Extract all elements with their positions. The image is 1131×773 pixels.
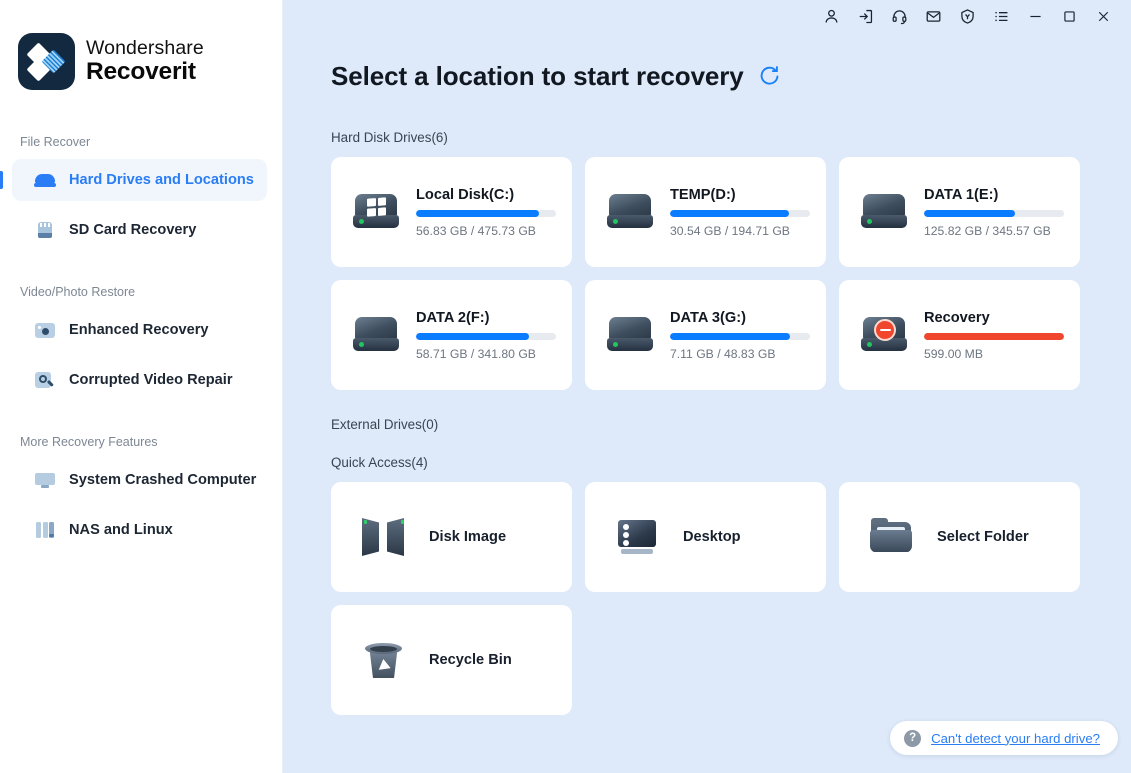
sidebar-item-label: System Crashed Computer [69,472,257,488]
quick-access-card-desktop[interactable]: Desktop [585,482,826,592]
wondershare-logo-icon [18,33,75,90]
sidebar-item-system-crashed-computer[interactable]: System Crashed Computer [12,459,267,501]
sidebar-group-title-video-photo-restore: Video/Photo Restore [20,285,136,299]
refresh-icon[interactable] [758,64,781,92]
folder-icon [869,516,915,558]
quick-access-grid: Disk Image Desktop Select Folder Recycle… [283,482,1131,715]
nas-server-icon [34,519,56,541]
drive-usage-bar [670,209,810,217]
locked-drive-icon [861,315,907,355]
drive-usage-bar [924,332,1064,340]
drive-name: DATA 2(F:) [416,309,490,326]
drive-size: 125.82 GB / 345.57 GB [924,223,1051,238]
quick-access-label: Select Folder [937,529,1029,545]
app-logo: Wondershare Recoverit [0,0,282,90]
sidebar-item-enhanced-recovery[interactable]: Enhanced Recovery [12,309,267,351]
drive-size: 599.00 MB [924,346,983,361]
drive-name: TEMP(D:) [670,186,736,203]
drive-usage-bar [670,332,810,340]
sidebar: Wondershare Recoverit File Recover Hard … [0,0,283,773]
drive-name: Recovery [924,309,990,326]
camera-icon [34,319,56,341]
monitor-icon [34,469,56,491]
page-header: Select a location to start recovery [283,61,1131,92]
drive-card-data-3-g[interactable]: DATA 3(G:) 7.11 GB / 48.83 GB [585,280,826,390]
drive-name: DATA 1(E:) [924,186,999,203]
account-icon[interactable] [814,2,848,32]
hard-drive-icon [353,315,399,355]
question-mark-icon: ? [904,729,922,747]
help-link-text: Can't detect your hard drive? [931,730,1100,746]
main-content: Select a location to start recovery Hard… [283,0,1131,773]
drive-card-local-disk-c[interactable]: Local Disk(C:) 56.83 GB / 475.73 GB [331,157,572,267]
quick-access-card-recycle-bin[interactable]: Recycle Bin [331,605,572,715]
recycle-bin-icon [361,639,407,681]
drive-name: Local Disk(C:) [416,186,515,203]
sidebar-item-sd-card-recovery[interactable]: SD Card Recovery [12,209,267,251]
shield-badge-icon[interactable] [950,2,984,32]
drive-card-data-1-e[interactable]: DATA 1(E:) 125.82 GB / 345.57 GB [839,157,1080,267]
sidebar-item-label: Corrupted Video Repair [69,372,233,388]
recoverit-window: Wondershare Recoverit File Recover Hard … [0,0,1131,773]
drive-usage-bar [416,209,556,217]
mail-icon[interactable] [916,2,950,32]
sidebar-item-label: Enhanced Recovery [69,322,209,338]
sidebar-item-label: Hard Drives and Locations [69,172,254,188]
hard-disk-drives-grid: Local Disk(C:) 56.83 GB / 475.73 GB TEMP… [283,157,1131,390]
drive-size: 56.83 GB / 475.73 GB [416,223,536,238]
maximize-icon[interactable] [1052,2,1086,32]
quick-access-card-disk-image[interactable]: Disk Image [331,482,572,592]
window-titlebar [283,0,1131,33]
brand-line-2: Recoverit [86,57,196,85]
page-title: Select a location to start recovery [331,61,744,91]
quick-access-card-select-folder[interactable]: Select Folder [839,482,1080,592]
quick-access-label: Desktop [683,529,741,545]
sidebar-item-label: SD Card Recovery [69,222,197,238]
drive-usage-bar [416,332,556,340]
sign-in-icon[interactable] [848,2,882,32]
hard-drive-icon [607,192,653,232]
minimize-icon[interactable] [1018,2,1052,32]
drive-size: 30.54 GB / 194.71 GB [670,223,790,238]
sidebar-item-nas-and-linux[interactable]: NAS and Linux [12,509,267,551]
drive-usage-bar [924,209,1064,217]
hard-drive-icon [607,315,653,355]
section-label-hard-disk-drives: Hard Disk Drives(6) [331,130,448,145]
drive-card-temp-d[interactable]: TEMP(D:) 30.54 GB / 194.71 GB [585,157,826,267]
sidebar-group-title-file-recover: File Recover [20,135,91,149]
section-label-external-drives: External Drives(0) [331,417,439,432]
disk-image-icon [361,516,407,558]
sidebar-group-title-more-recovery-features: More Recovery Features [20,435,158,449]
windows-drive-icon [353,192,399,232]
brand-line-1: Wondershare [86,37,204,60]
quick-access-label: Disk Image [429,529,507,545]
drive-card-data-2-f[interactable]: DATA 2(F:) 58.71 GB / 341.80 GB [331,280,572,390]
menu-list-icon[interactable] [984,2,1018,32]
sidebar-item-corrupted-video-repair[interactable]: Corrupted Video Repair [12,359,267,401]
sidebar-item-hard-drives-and-locations[interactable]: Hard Drives and Locations [0,159,267,201]
hard-drive-icon [34,169,56,191]
drive-size: 7.11 GB / 48.83 GB [670,346,776,361]
drive-card-recovery[interactable]: Recovery 599.00 MB [839,280,1080,390]
cant-detect-hard-drive-link[interactable]: ? Can't detect your hard drive? [890,721,1118,755]
close-icon[interactable] [1086,2,1120,32]
drive-name: DATA 3(G:) [670,309,746,326]
quick-access-label: Recycle Bin [429,652,512,668]
hard-drive-icon [861,192,907,232]
sidebar-item-label: NAS and Linux [69,522,173,538]
headset-support-icon[interactable] [882,2,916,32]
desktop-icon [615,516,661,558]
sd-card-icon [34,219,56,241]
section-label-quick-access: Quick Access(4) [331,455,428,470]
video-repair-icon [34,369,56,391]
drive-size: 58.71 GB / 341.80 GB [416,346,536,361]
